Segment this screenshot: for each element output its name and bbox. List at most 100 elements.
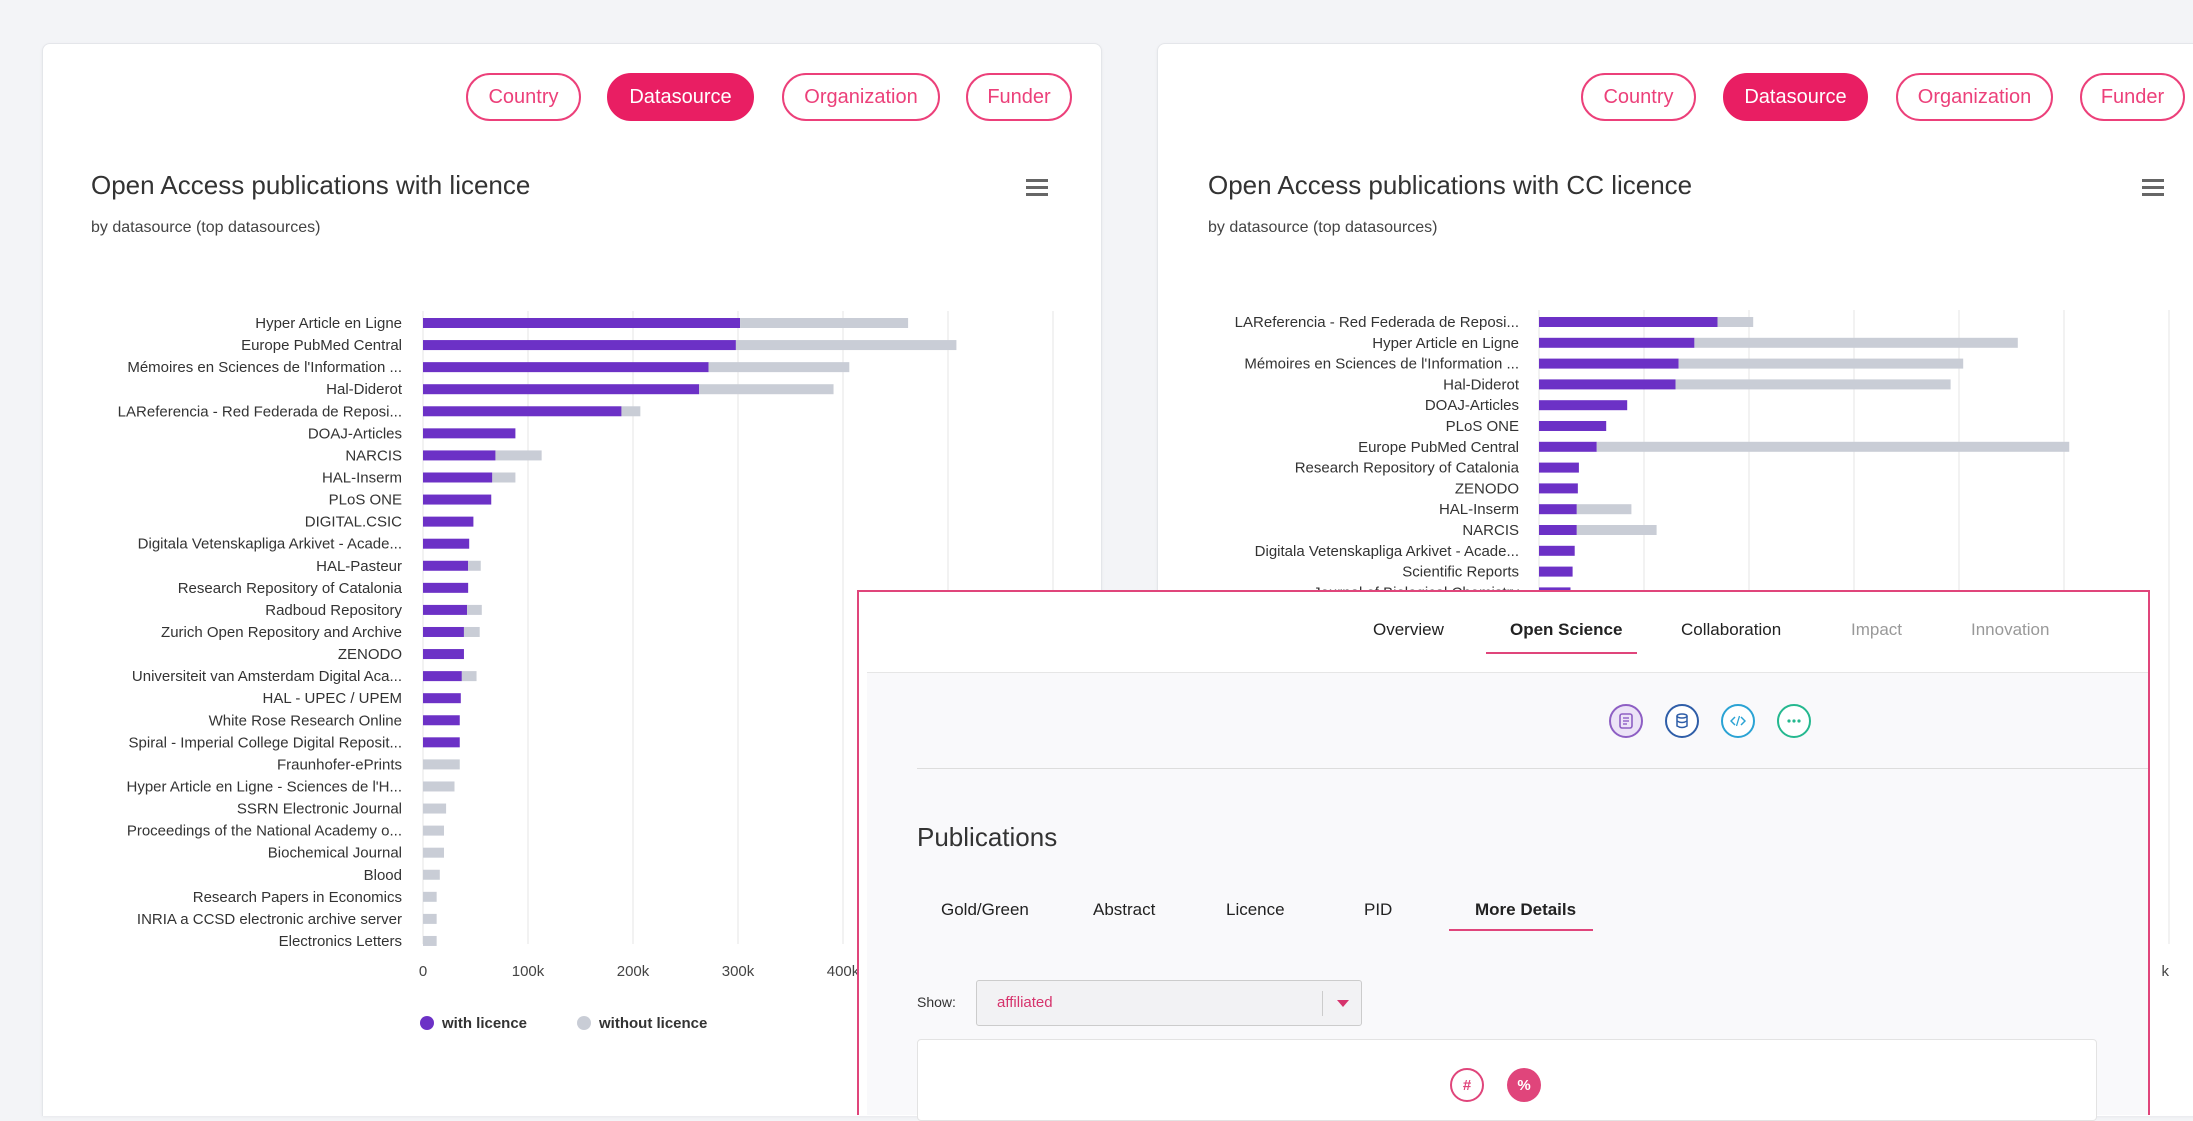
bar-0 <box>1539 525 1577 535</box>
bar-0 <box>423 406 622 417</box>
tab-open-science[interactable]: Open Science <box>1510 620 1622 640</box>
category-label: ZENODO <box>1455 480 1519 497</box>
category-label: Mémoires en Sciences de l'Information ..… <box>1244 356 1519 373</box>
bar-1 <box>1694 337 2018 348</box>
bar-0 <box>423 472 493 483</box>
indicators-panel: Overview Open Science Collaboration Impa… <box>857 590 2150 1121</box>
x-tick-label: 0 <box>419 963 427 980</box>
subtab-gold-green[interactable]: Gold/Green <box>941 900 1029 920</box>
bar-1 <box>423 869 440 880</box>
category-label: Mémoires en Sciences de l'Information ..… <box>127 359 402 376</box>
bar-1 <box>1678 358 1964 369</box>
bar-0 <box>423 516 474 527</box>
legend-marker <box>577 1016 591 1030</box>
bar-1 <box>1576 525 1657 535</box>
bar-0 <box>1539 421 1607 431</box>
category-label: HAL-Pasteur <box>316 558 402 575</box>
bar-0 <box>423 715 460 726</box>
subtab-abstract[interactable]: Abstract <box>1093 900 1155 920</box>
bar-0 <box>423 538 470 549</box>
category-label: PLoS ONE <box>1446 418 1519 435</box>
bar-0 <box>423 340 736 351</box>
tab-innovation[interactable]: Innovation <box>1971 620 2049 640</box>
legend-label: without licence <box>598 1015 707 1032</box>
select-separator <box>1322 991 1323 1016</box>
bar-1 <box>423 759 460 770</box>
bar-1 <box>423 847 444 858</box>
subtab-licence[interactable]: Licence <box>1226 900 1285 920</box>
bar-0 <box>423 626 464 637</box>
bar-0 <box>423 362 709 373</box>
category-label: Universiteit van Amsterdam Digital Aca..… <box>132 668 402 685</box>
section-title: Publications <box>917 822 1058 852</box>
bar-0 <box>423 582 469 593</box>
legend-marker <box>420 1016 434 1030</box>
bar-0 <box>423 450 496 461</box>
category-label: Radboud Repository <box>265 602 402 619</box>
tab-overview[interactable]: Overview <box>1373 620 1444 640</box>
category-label: Scientific Reports <box>1402 564 1519 581</box>
bar-0 <box>423 693 461 704</box>
bar-0 <box>423 671 462 682</box>
bar-1 <box>1717 317 1754 327</box>
category-label: Fraunhofer-ePrints <box>277 756 402 773</box>
other-products-icon[interactable] <box>1777 704 1811 738</box>
bar-0 <box>423 737 460 748</box>
bar-1 <box>423 803 447 814</box>
bar-0 <box>1539 337 1695 348</box>
category-label: Research Repository of Catalonia <box>178 580 403 597</box>
category-label: LAReferencia - Red Federada de Reposi... <box>1235 314 1519 331</box>
datasets-icon[interactable] <box>1665 704 1699 738</box>
category-label: Spiral - Imperial College Digital Reposi… <box>129 734 402 751</box>
bar-0 <box>1539 379 1676 390</box>
active-subtab-underline <box>1449 929 1593 931</box>
bar-0 <box>1539 317 1718 327</box>
percent-mode-icon[interactable]: % <box>1507 1068 1541 1102</box>
bar-1 <box>1675 379 1951 390</box>
x-tick-label: k <box>2162 963 2170 980</box>
category-label: Digitala Vetenskapliga Arkivet - Acade..… <box>1255 543 1519 560</box>
category-label: INRIA a CCSD electronic archive server <box>137 911 402 928</box>
bar-1 <box>468 560 481 571</box>
bar-1 <box>463 626 480 637</box>
category-label: ZENODO <box>338 646 402 663</box>
subtab-pid[interactable]: PID <box>1364 900 1392 920</box>
bar-0 <box>1539 441 1597 452</box>
tab-impact[interactable]: Impact <box>1851 620 1902 640</box>
show-label: Show: <box>917 994 956 1010</box>
category-label: NARCIS <box>345 447 402 464</box>
category-label: DOAJ-Articles <box>308 425 402 442</box>
chart-container: # % <box>917 1039 2097 1121</box>
tab-collaboration[interactable]: Collaboration <box>1681 620 1781 640</box>
bar-1 <box>467 604 482 615</box>
bar-1 <box>1596 441 2070 452</box>
chevron-down-icon[interactable] <box>1337 1000 1349 1007</box>
x-tick-label: 200k <box>617 963 650 980</box>
category-label: Zurich Open Repository and Archive <box>161 624 402 641</box>
publications-icon[interactable] <box>1609 704 1643 738</box>
bar-0 <box>1539 566 1573 577</box>
bar-0 <box>423 384 700 395</box>
bar-1 <box>621 406 641 417</box>
bar-0 <box>423 318 741 328</box>
count-mode-icon[interactable]: # <box>1450 1068 1484 1102</box>
category-label: Hyper Article en Ligne - Sciences de l'H… <box>127 778 403 795</box>
bar-0 <box>423 428 516 439</box>
category-label: Biochemical Journal <box>268 845 402 862</box>
subtab-more-details[interactable]: More Details <box>1475 900 1576 920</box>
category-label: Research Papers in Economics <box>193 889 402 906</box>
category-label: HAL-Inserm <box>1439 501 1519 518</box>
category-label: NARCIS <box>1462 522 1519 539</box>
x-tick-label: 400k <box>827 963 860 980</box>
bar-1 <box>492 472 516 483</box>
bar-1 <box>461 671 477 682</box>
bar-1 <box>423 781 455 792</box>
bar-1 <box>423 891 437 902</box>
category-label: HAL-Inserm <box>322 469 402 486</box>
show-select[interactable]: affiliated <box>976 980 1362 1026</box>
bar-0 <box>423 494 492 505</box>
software-icon[interactable] <box>1721 704 1755 738</box>
category-label: Hal-Diderot <box>1443 376 1520 393</box>
category-label: Hal-Diderot <box>326 381 403 398</box>
bar-0 <box>1539 400 1628 411</box>
